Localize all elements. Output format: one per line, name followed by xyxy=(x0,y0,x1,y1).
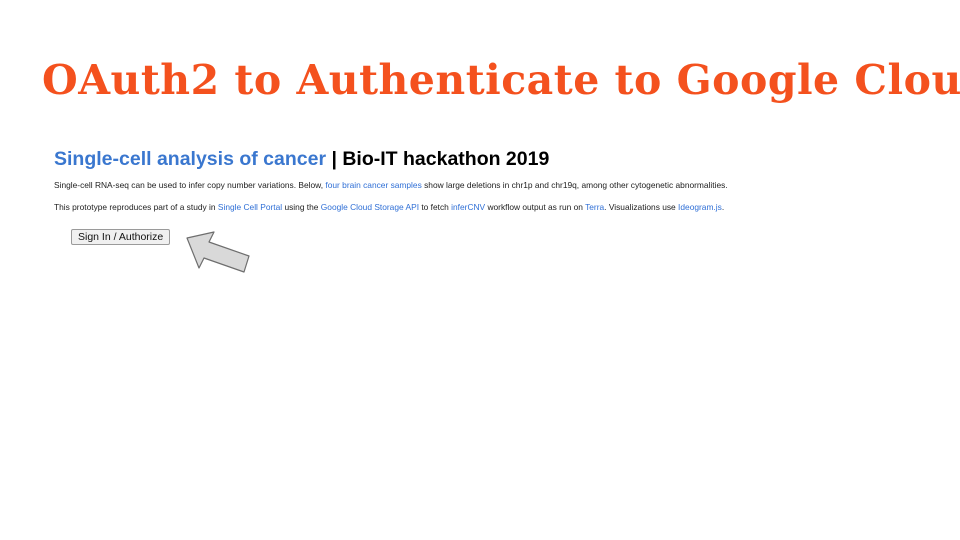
sign-in-authorize-button[interactable]: Sign In / Authorize xyxy=(71,229,171,245)
intro-text-1: Single-cell RNA-seq can be used to infer… xyxy=(54,180,326,190)
prototype-text-4: workflow output as run on xyxy=(485,202,586,212)
slide-title: OAuth2 to Authenticate to Google Cloud xyxy=(42,56,960,104)
brain-cancer-samples-link[interactable]: four brain cancer samples xyxy=(325,180,421,190)
terra-link[interactable]: Terra xyxy=(585,202,604,212)
pointer-arrow-icon xyxy=(186,231,250,273)
page-heading-link[interactable]: Single-cell analysis of cancer xyxy=(54,148,326,170)
intro-paragraph: Single-cell RNA-seq can be used to infer… xyxy=(54,179,934,191)
intro-text-2: show large deletions in chr1p and chr19q… xyxy=(421,180,728,190)
prototype-text-1: This prototype reproduces part of a stud… xyxy=(54,202,218,212)
heading-subtitle: Bio-IT hackathon 2019 xyxy=(342,148,550,170)
prototype-text-6: . xyxy=(721,202,725,212)
slide: OAuth2 to Authenticate to Google Cloud S… xyxy=(0,0,960,540)
gcs-api-link[interactable]: Google Cloud Storage API xyxy=(321,202,419,212)
heading-separator: | xyxy=(326,148,343,170)
ideogram-link[interactable]: Ideogram.js xyxy=(678,202,722,212)
single-cell-portal-link[interactable]: Single Cell Portal xyxy=(218,202,282,212)
prototype-text-5: . Visualizations use xyxy=(604,202,679,212)
embedded-web-page: Single-cell analysis of cancer | Bio-IT … xyxy=(54,146,934,245)
infercnv-link[interactable]: inferCNV xyxy=(451,202,485,212)
page-heading: Single-cell analysis of cancer | Bio-IT … xyxy=(54,146,934,172)
prototype-paragraph: This prototype reproduces part of a stud… xyxy=(54,201,934,213)
prototype-text-2: using the xyxy=(282,202,321,212)
prototype-text-3: to fetch xyxy=(419,202,452,212)
